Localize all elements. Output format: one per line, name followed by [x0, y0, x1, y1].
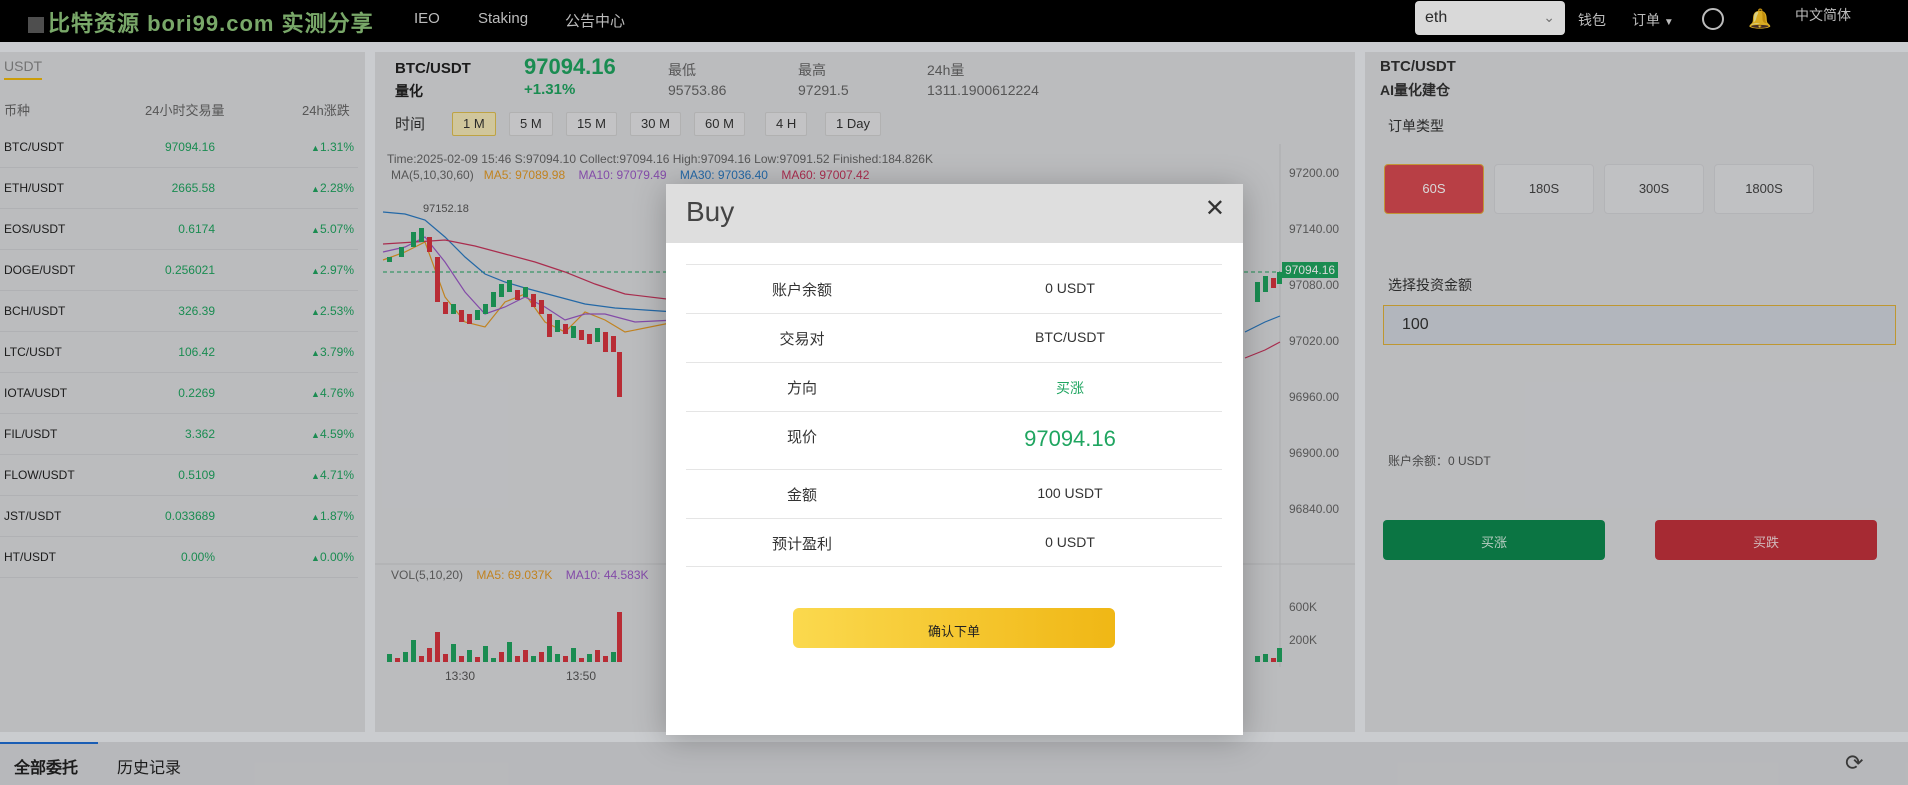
row-key: 方向 — [786, 380, 817, 397]
row-key: 预计盈利 — [771, 536, 832, 553]
row-value: 0 USDT — [1045, 534, 1095, 550]
confirm-order-button[interactable]: 确认下单 — [793, 608, 1115, 648]
row-key: 账户余额 — [771, 282, 832, 299]
row-value: BTC/USDT — [1035, 329, 1105, 345]
close-icon[interactable]: ✕ — [1205, 194, 1225, 223]
dialog-row-profit: 预计盈利 0 USDT — [686, 518, 1222, 566]
dialog-title: Buy — [686, 196, 735, 227]
dialog-row-amount: 金额 100 USDT — [686, 469, 1222, 518]
dialog-row-pair: 交易对 BTC/USDT — [686, 313, 1222, 362]
dialog-divider — [686, 566, 1222, 567]
row-key: 金额 — [786, 487, 817, 504]
dialog-row-price: 现价 97094.16 — [686, 411, 1222, 469]
dialog-header: Buy ✕ — [666, 184, 1243, 243]
row-value: 买涨 — [1056, 380, 1084, 396]
row-key: 现价 — [786, 429, 817, 446]
dialog-row-balance: 账户余额 0 USDT — [686, 264, 1222, 313]
row-value: 100 USDT — [1037, 485, 1103, 501]
row-value: 97094.16 — [1024, 426, 1116, 451]
row-key: 交易对 — [779, 331, 825, 348]
buy-dialog: Buy ✕ 账户余额 0 USDT 交易对 BTC/USDT 方向 买涨 现价 … — [666, 184, 1243, 735]
row-value: 0 USDT — [1045, 280, 1095, 296]
dialog-row-direction: 方向 买涨 — [686, 362, 1222, 411]
